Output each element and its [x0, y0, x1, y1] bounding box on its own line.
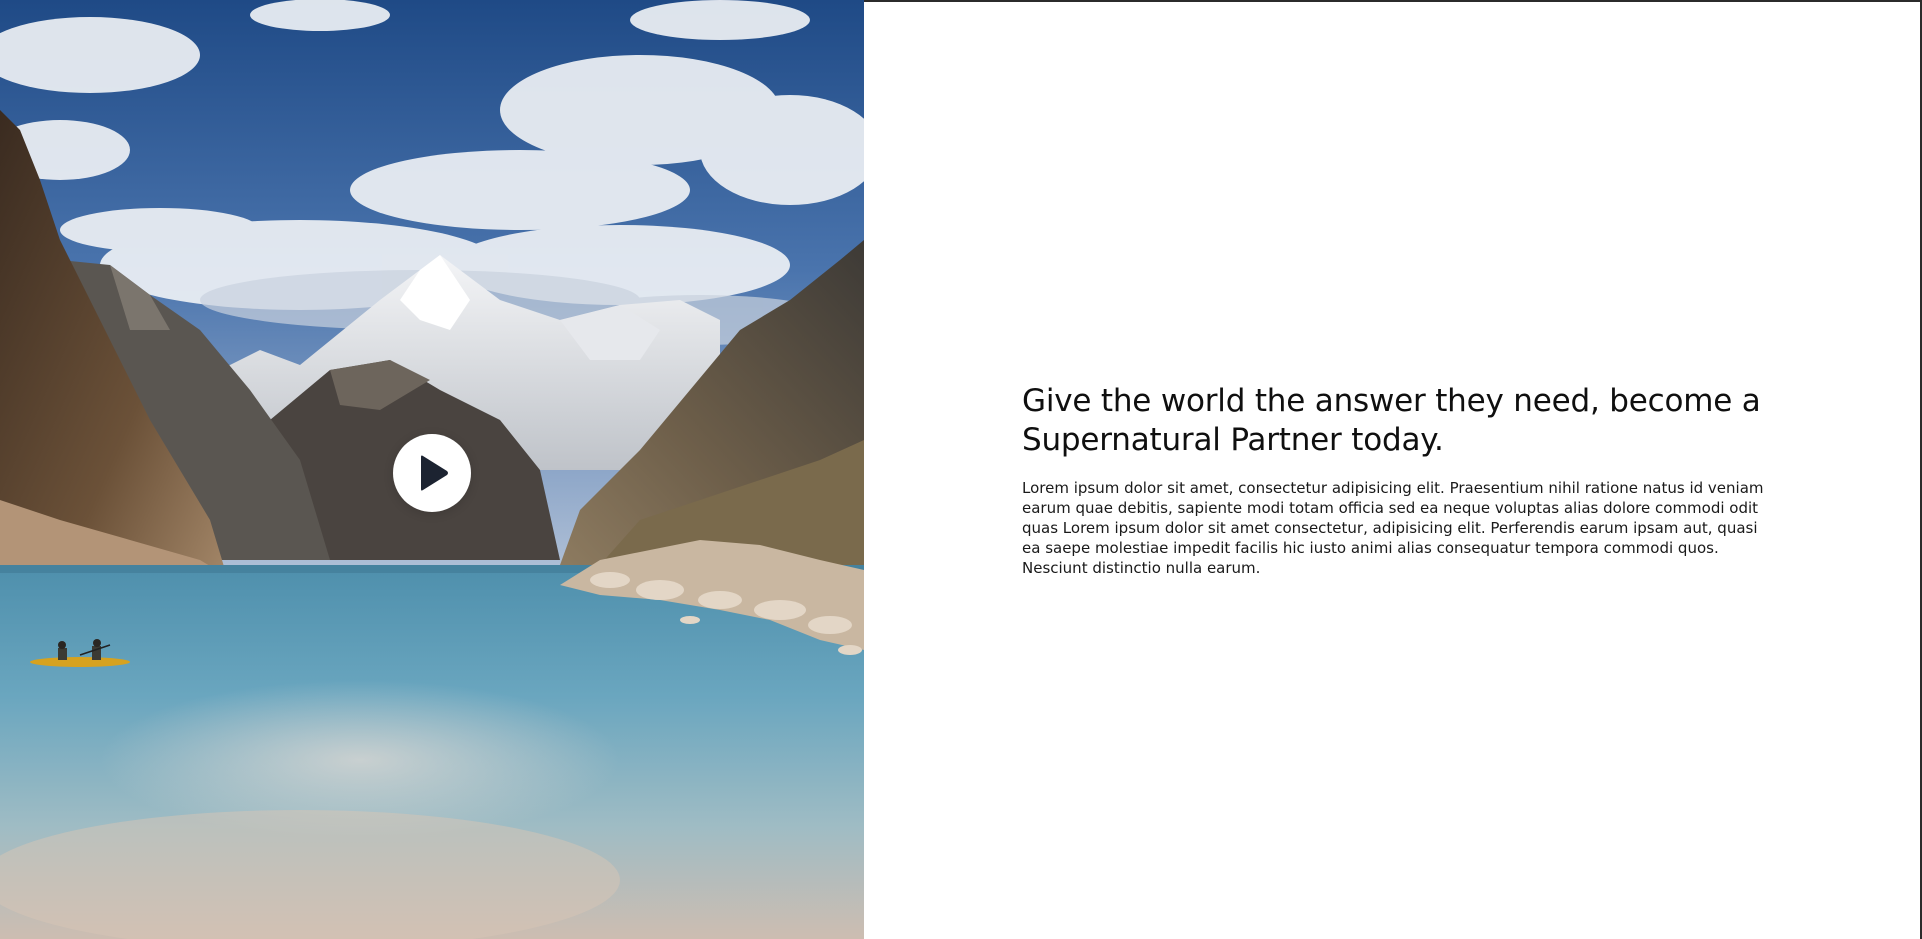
play-button[interactable] — [393, 434, 471, 512]
description-paragraph: Lorem ipsum dolor sit amet, consectetur … — [1022, 479, 1764, 577]
headline: Give the world the answer they need, bec… — [1022, 383, 1761, 458]
content-section: Give the world the answer they need, bec… — [1022, 382, 1767, 578]
hero-video-thumbnail[interactable] — [0, 0, 864, 939]
play-icon — [421, 455, 448, 491]
